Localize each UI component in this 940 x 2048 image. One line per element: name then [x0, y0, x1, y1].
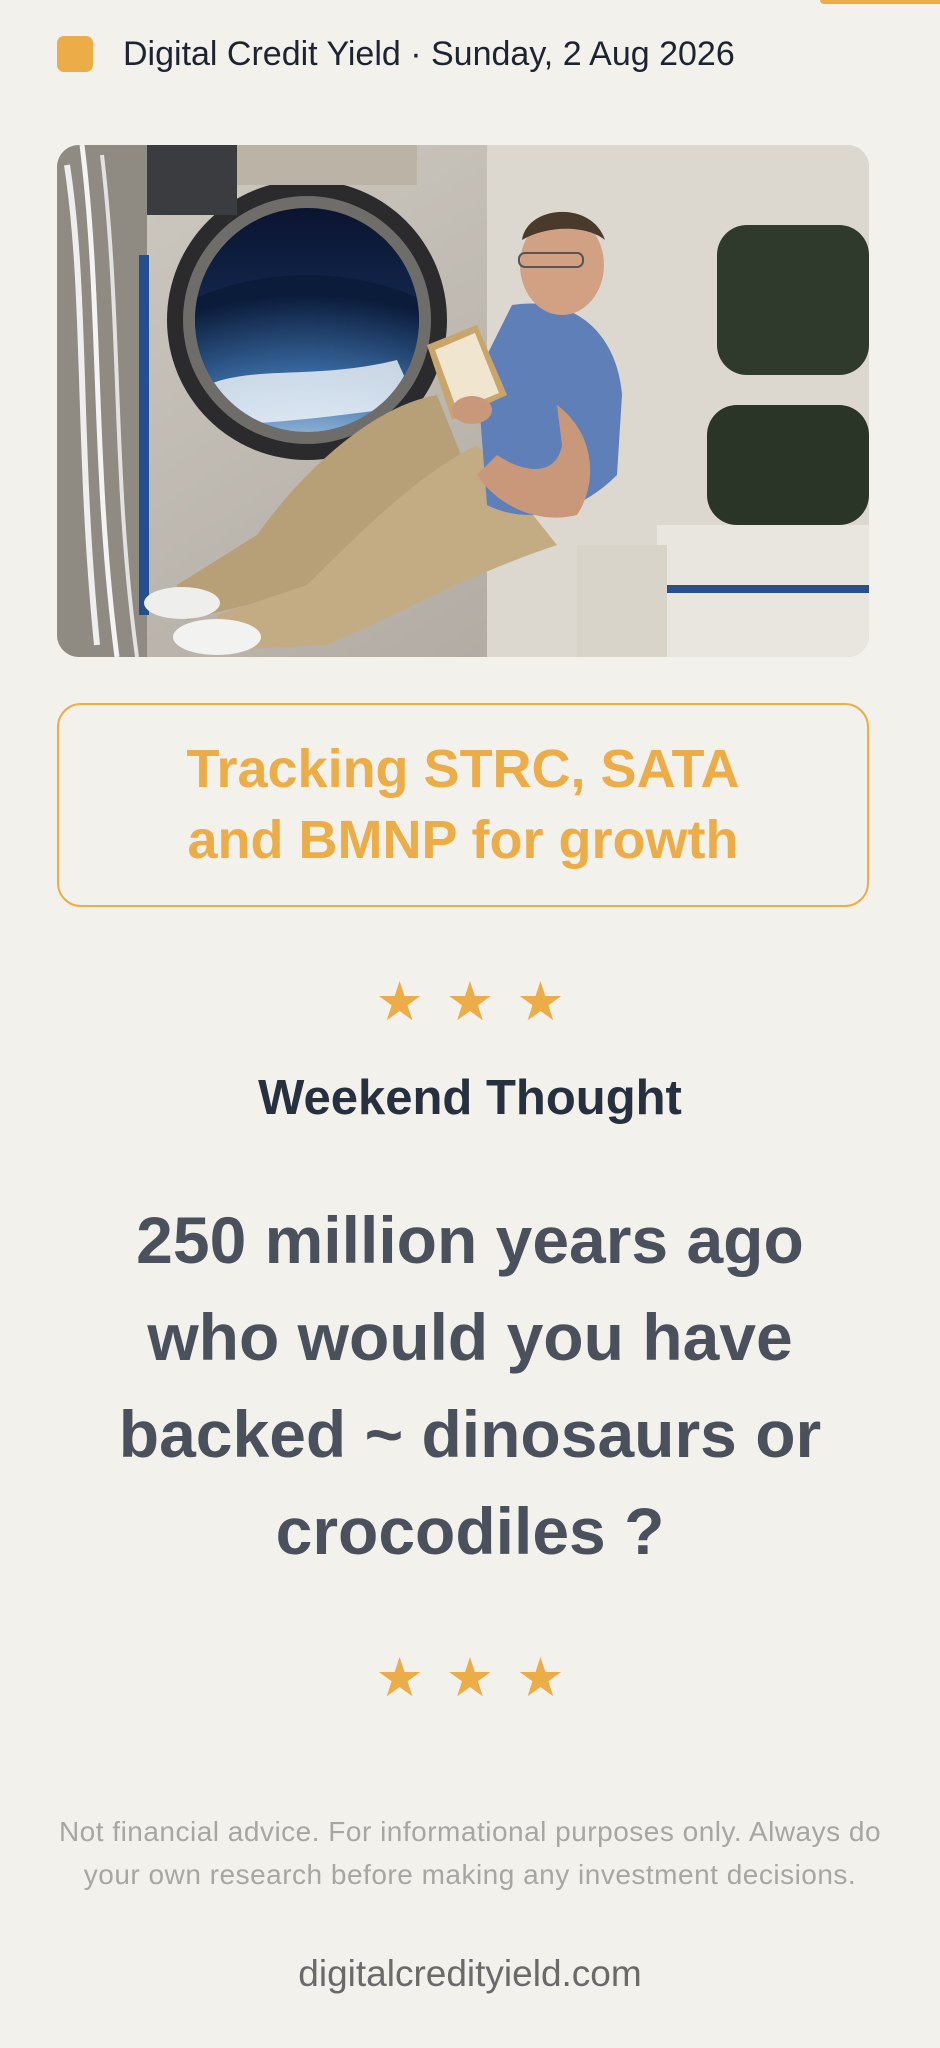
site-link[interactable]: digitalcredityield.com [0, 1953, 940, 1995]
headline-card: Tracking STRC, SATA and BMNP for growth [57, 703, 869, 907]
brand-logo [57, 36, 93, 72]
headline-text: Tracking STRC, SATA and BMNP for growth [186, 739, 740, 870]
hero-image [57, 145, 869, 657]
weekend-thought-text: 250 million years ago who would you have… [118, 1203, 822, 1568]
disclaimer-text: Not financial advice. For informational … [58, 1816, 882, 1890]
star-divider-bottom: ★★★ [375, 1646, 587, 1709]
top-accent-bar [820, 0, 940, 4]
star-divider-top: ★★★ [375, 970, 587, 1033]
section-title: Weekend Thought [258, 1071, 682, 1125]
header: Digital Credit Yield · Sunday, 2 Aug 202… [57, 34, 735, 74]
header-title: Digital Credit Yield · Sunday, 2 Aug 202… [123, 34, 735, 73]
